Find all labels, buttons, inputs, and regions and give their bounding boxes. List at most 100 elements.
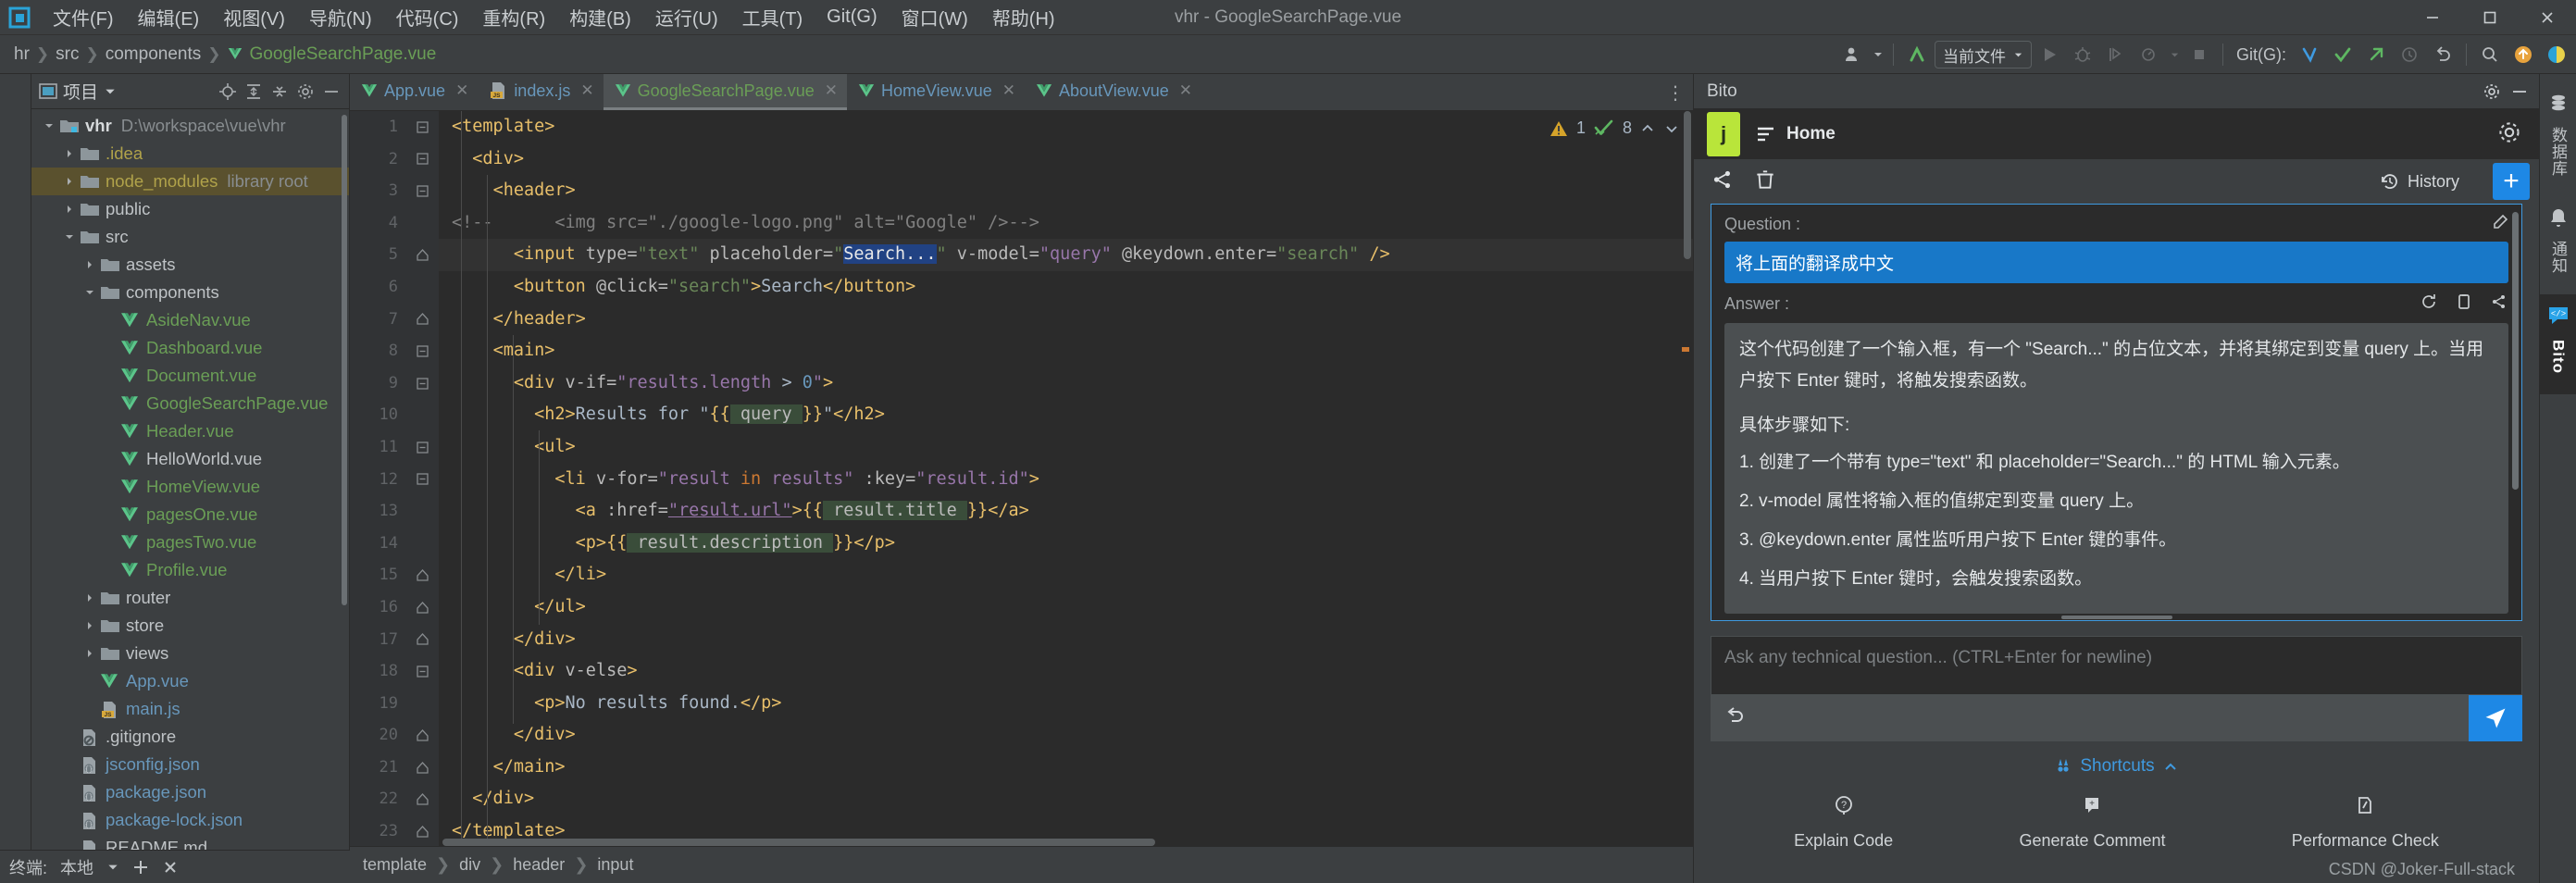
code-line-15[interactable]: </li> — [439, 559, 1693, 591]
editor-tab-close-icon[interactable]: ✕ — [455, 81, 468, 100]
terminal-local-label[interactable]: 本地 — [60, 855, 93, 879]
next-problem-icon[interactable] — [1663, 120, 1680, 137]
code-fold-marker[interactable] — [414, 143, 430, 176]
tree-item-googlesearchpage-vue[interactable]: GoogleSearchPage.vue — [31, 390, 349, 417]
debug-button[interactable] — [2067, 39, 2098, 70]
git-push-icon[interactable] — [2360, 39, 2392, 70]
run-configuration-selector[interactable]: 当前文件 — [1935, 41, 2032, 68]
tree-item-dashboard-vue[interactable]: Dashboard.vue — [31, 334, 349, 362]
code-line-13[interactable]: <a :href="result.url">{{ result.title }}… — [439, 495, 1693, 528]
code-line-5[interactable]: <input type="text" placeholder="Search..… — [439, 239, 1693, 271]
project-chevron-down-icon[interactable] — [104, 85, 117, 98]
code-fold-marker[interactable] — [414, 304, 430, 336]
copy-icon[interactable] — [2455, 292, 2473, 316]
tree-item-header-vue[interactable]: Header.vue — [31, 417, 349, 445]
prev-problem-icon[interactable] — [1639, 120, 1656, 137]
project-tree-scrollbar[interactable] — [342, 115, 347, 605]
menu-item-2[interactable]: 视图(V) — [211, 0, 297, 34]
editor-tab-close-icon[interactable]: ✕ — [1002, 81, 1015, 100]
search-everywhere-icon[interactable] — [2474, 39, 2506, 70]
tree-item-helloworld-vue[interactable]: HelloWorld.vue — [31, 445, 349, 473]
code-line-4[interactable]: <!-- <img src="./google-logo.png" alt="G… — [439, 207, 1693, 240]
tree-expand-arrow[interactable] — [80, 620, 100, 631]
delete-chat-icon[interactable] — [1753, 168, 1777, 196]
tree-item-profile-vue[interactable]: Profile.vue — [31, 556, 349, 584]
editor-breadcrumb-item-input[interactable]: input — [597, 855, 633, 875]
send-button[interactable] — [2469, 695, 2522, 741]
profiler-button[interactable] — [2134, 39, 2165, 70]
editor-vertical-scrollbar[interactable] — [1684, 111, 1691, 259]
code-fold-marker[interactable] — [414, 591, 430, 624]
code-fold-marker[interactable] — [414, 624, 430, 656]
undo-icon[interactable] — [1724, 705, 1746, 732]
code-line-9[interactable]: <div v-if="results.length > 0"> — [439, 367, 1693, 400]
editor-tabs-more-icon[interactable]: ⋮ — [1663, 74, 1687, 111]
menu-item-3[interactable]: 导航(N) — [297, 0, 384, 34]
add-terminal-icon[interactable] — [132, 859, 149, 876]
editor-code-area[interactable]: <template> <div> <header> <!-- <img src="… — [439, 111, 1693, 846]
code-line-11[interactable]: <ul> — [439, 431, 1693, 464]
editor-tab-googlesearchpage-vue[interactable]: GoogleSearchPage.vue ✕ — [603, 74, 847, 110]
menu-item-9[interactable]: Git(G) — [815, 3, 889, 31]
breadcrumb-item-3[interactable]: GoogleSearchPage.vue — [221, 44, 443, 65]
code-line-6[interactable]: <button @click="search">Search</button> — [439, 271, 1693, 304]
tree-item-homeview-vue[interactable]: HomeView.vue — [31, 473, 349, 501]
menu-item-10[interactable]: 窗口(W) — [890, 0, 980, 34]
tree-item--idea[interactable]: .idea — [31, 140, 349, 168]
close-button[interactable] — [2519, 0, 2576, 35]
hide-panel-icon[interactable] — [319, 80, 343, 104]
shortcut-generate-comment[interactable]: + Generate Comment — [2019, 793, 2166, 851]
editor-tab-close-icon[interactable]: ✕ — [580, 81, 593, 100]
git-commit-icon[interactable] — [2327, 39, 2358, 70]
history-button[interactable]: History — [2380, 171, 2459, 192]
menu-item-6[interactable]: 构建(B) — [557, 0, 643, 34]
tree-expand-arrow[interactable] — [39, 120, 59, 131]
code-line-7[interactable]: </header> — [439, 304, 1693, 336]
code-fold-marker[interactable] — [414, 752, 430, 784]
bito-config-gear-icon[interactable] — [2496, 119, 2539, 150]
editor-fold-column[interactable] — [407, 111, 484, 846]
tree-expand-arrow[interactable] — [80, 592, 100, 603]
code-line-22[interactable]: </div> — [439, 783, 1693, 815]
tree-expand-arrow[interactable] — [80, 648, 100, 659]
tool-window-通知[interactable]: 通知 — [2546, 197, 2570, 294]
avatar[interactable]: j — [1707, 112, 1740, 156]
profiler-chevron-icon[interactable] — [2167, 39, 2182, 70]
close-terminal-icon[interactable] — [162, 859, 179, 876]
tree-item-components[interactable]: components — [31, 279, 349, 306]
tree-item-asidenav-vue[interactable]: AsideNav.vue — [31, 306, 349, 334]
git-rollback-icon[interactable] — [2427, 39, 2458, 70]
tool-window-Bito[interactable]: </> Bito — [2539, 294, 2576, 395]
code-line-2[interactable]: <div> — [439, 143, 1693, 176]
update-available-icon[interactable] — [2508, 39, 2539, 70]
code-fold-marker[interactable] — [414, 111, 430, 143]
code-line-12[interactable]: <li v-for="result in results" :key="resu… — [439, 464, 1693, 496]
shortcut-explain-code[interactable]: ? Explain Code — [1794, 793, 1893, 851]
editor-tab-homeview-vue[interactable]: HomeView.vue ✕ — [847, 74, 1025, 110]
tree-item-src[interactable]: src — [31, 223, 349, 251]
tree-item-pagesone-vue[interactable]: pagesOne.vue — [31, 501, 349, 529]
menu-item-11[interactable]: 帮助(H) — [980, 0, 1067, 34]
tree-item-router[interactable]: router — [31, 584, 349, 612]
tree-item-node-modules[interactable]: node_modules library root — [31, 168, 349, 195]
code-fold-marker[interactable] — [414, 367, 430, 400]
code-line-20[interactable]: </div> — [439, 719, 1693, 752]
menu-item-8[interactable]: 工具(T) — [730, 0, 815, 34]
tree-expand-arrow[interactable] — [59, 176, 80, 187]
code-fold-marker[interactable] — [414, 175, 430, 207]
conversation-resize-handle[interactable] — [2060, 616, 2172, 619]
editor-tab-close-icon[interactable]: ✕ — [1179, 81, 1192, 100]
tree-item-document-vue[interactable]: Document.vue — [31, 362, 349, 390]
bito-hide-panel-icon[interactable] — [2508, 80, 2532, 104]
expand-all-icon[interactable] — [242, 80, 266, 104]
code-fold-marker[interactable] — [414, 559, 430, 591]
tree-item-package-json[interactable]: {} package.json — [31, 778, 349, 806]
tree-expand-arrow[interactable] — [80, 287, 100, 298]
editor-tab-aboutview-vue[interactable]: AboutView.vue ✕ — [1025, 74, 1201, 110]
select-opened-file-icon[interactable] — [216, 80, 240, 104]
tree-item-jsconfig-json[interactable]: {} jsconfig.json — [31, 751, 349, 778]
menu-item-7[interactable]: 运行(U) — [643, 0, 730, 34]
editor-tab-app-vue[interactable]: App.vue ✕ — [350, 74, 478, 110]
run-with-coverage-button[interactable] — [2100, 39, 2132, 70]
regenerate-icon[interactable] — [2420, 292, 2438, 316]
